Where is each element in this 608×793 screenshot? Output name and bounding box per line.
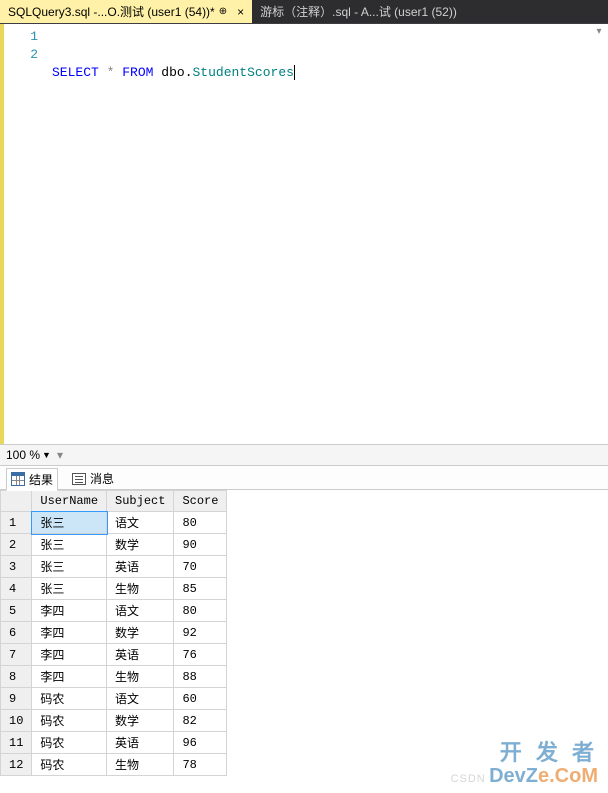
cell-score[interactable]: 80 [174,512,227,534]
message-icon [72,473,86,485]
sql-table: StudentScores [193,65,294,80]
cell-username[interactable]: 李四 [32,600,107,622]
row-header[interactable]: 7 [1,644,32,666]
line-gutter: 1 2 [4,24,46,444]
row-header[interactable]: 9 [1,688,32,710]
sql-schema: dbo [161,65,184,80]
cell-username[interactable]: 码农 [32,754,107,776]
row-header[interactable]: 11 [1,732,32,754]
editor-dropdown-icon[interactable]: ▾ [592,26,606,40]
text-caret [294,65,295,80]
cell-username[interactable]: 李四 [32,644,107,666]
row-header[interactable]: 8 [1,666,32,688]
cell-subject[interactable]: 数学 [107,534,174,556]
col-header-score[interactable]: Score [174,491,227,512]
grid-icon [11,472,25,486]
table-row[interactable]: 9码农语文60 [1,688,227,710]
sql-keyword: SELECT [52,65,99,80]
cell-subject[interactable]: 生物 [107,578,174,600]
grid-body: 1张三语文802张三数学903张三英语704张三生物855李四语文806李四数学… [1,512,227,776]
table-row[interactable]: 4张三生物85 [1,578,227,600]
cell-score[interactable]: 92 [174,622,227,644]
results-table: UserName Subject Score 1张三语文802张三数学903张三… [0,490,227,776]
cell-subject[interactable]: 英语 [107,644,174,666]
close-icon[interactable]: × [237,5,244,19]
col-header-username[interactable]: UserName [32,491,107,512]
tab-messages-label: 消息 [90,470,114,487]
table-row[interactable]: 12码农生物78 [1,754,227,776]
cell-subject[interactable]: 数学 [107,622,174,644]
cell-subject[interactable]: 数学 [107,710,174,732]
tab-results-label: 结果 [29,471,53,488]
cell-subject[interactable]: 生物 [107,754,174,776]
row-header[interactable]: 10 [1,710,32,732]
cell-score[interactable]: 80 [174,600,227,622]
row-header[interactable]: 1 [1,512,32,534]
line-number: 1 [4,28,38,46]
cell-subject[interactable]: 语文 [107,688,174,710]
editor-content[interactable]: SELECT * FROM dbo.StudentScores [46,24,608,444]
table-row[interactable]: 5李四语文80 [1,600,227,622]
col-header-subject[interactable]: Subject [107,491,174,512]
cell-score[interactable]: 76 [174,644,227,666]
row-header[interactable]: 3 [1,556,32,578]
table-row[interactable]: 11码农英语96 [1,732,227,754]
cell-subject[interactable]: 语文 [107,600,174,622]
divider: ▾ [57,448,63,462]
cell-username[interactable]: 李四 [32,666,107,688]
cell-username[interactable]: 张三 [32,534,107,556]
sql-editor[interactable]: 1 2 SELECT * FROM dbo.StudentScores ▾ [0,24,608,444]
cell-score[interactable]: 60 [174,688,227,710]
cell-subject[interactable]: 生物 [107,666,174,688]
cell-username[interactable]: 张三 [32,556,107,578]
grid-corner[interactable] [1,491,32,512]
table-row[interactable]: 6李四数学92 [1,622,227,644]
cell-username[interactable]: 码农 [32,688,107,710]
table-row[interactable]: 3张三英语70 [1,556,227,578]
cell-username[interactable]: 张三 [32,578,107,600]
row-header[interactable]: 6 [1,622,32,644]
sql-dot: . [185,65,193,80]
chevron-down-icon[interactable]: ▼ [42,450,51,460]
cell-username[interactable]: 张三 [32,512,107,534]
results-grid[interactable]: UserName Subject Score 1张三语文802张三数学903张三… [0,490,608,790]
row-header[interactable]: 4 [1,578,32,600]
tab-cursor-comment[interactable]: 游标（注释）.sql - A...试 (user1 (52)) [252,0,465,23]
cell-score[interactable]: 90 [174,534,227,556]
table-row[interactable]: 10码农数学82 [1,710,227,732]
editor-tabs: SQLQuery3.sql -...O.测试 (user1 (54))* ⊕ ×… [0,0,608,24]
row-header[interactable]: 5 [1,600,32,622]
tab-sqlquery3[interactable]: SQLQuery3.sql -...O.测试 (user1 (54))* ⊕ × [0,0,252,23]
line-number: 2 [4,46,38,64]
table-row[interactable]: 2张三数学90 [1,534,227,556]
result-tabs: 结果 消息 [0,466,608,490]
cell-subject[interactable]: 英语 [107,556,174,578]
cell-score[interactable]: 78 [174,754,227,776]
cell-username[interactable]: 李四 [32,622,107,644]
tab-messages[interactable]: 消息 [68,468,118,489]
zoom-value[interactable]: 100 % [6,448,40,462]
cell-score[interactable]: 88 [174,666,227,688]
cell-username[interactable]: 码农 [32,710,107,732]
cell-score[interactable]: 70 [174,556,227,578]
sql-star: * [107,65,115,80]
cell-username[interactable]: 码农 [32,732,107,754]
sql-keyword: FROM [122,65,153,80]
row-header[interactable]: 2 [1,534,32,556]
tab-results[interactable]: 结果 [6,468,58,491]
table-row[interactable]: 7李四英语76 [1,644,227,666]
cell-subject[interactable]: 英语 [107,732,174,754]
table-row[interactable]: 8李四生物88 [1,666,227,688]
pin-icon[interactable]: ⊕ [219,6,227,17]
tab-label: 游标（注释）.sql - A...试 (user1 (52)) [260,3,457,20]
zoom-bar: 100 % ▼ ▾ [0,444,608,466]
table-row[interactable]: 1张三语文80 [1,512,227,534]
cell-score[interactable]: 96 [174,732,227,754]
cell-score[interactable]: 82 [174,710,227,732]
cell-subject[interactable]: 语文 [107,512,174,534]
cell-score[interactable]: 85 [174,578,227,600]
tab-label: SQLQuery3.sql -...O.测试 (user1 (54))* [8,3,215,20]
row-header[interactable]: 12 [1,754,32,776]
